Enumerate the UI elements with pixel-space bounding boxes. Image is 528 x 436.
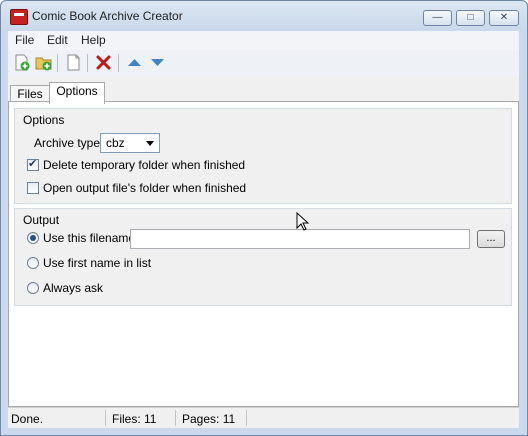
- status-separator: [105, 410, 106, 426]
- tab-files[interactable]: Files: [10, 85, 50, 102]
- first-name-radio[interactable]: [27, 257, 39, 269]
- archive-type-select[interactable]: cbz: [100, 133, 160, 153]
- title-bar[interactable]: Comic Book Archive Creator — □ ✕: [1, 1, 527, 31]
- tab-options-label: Options: [56, 84, 98, 98]
- options-group: Options Archive type: cbz Delete tempora…: [14, 108, 512, 204]
- always-ask-label[interactable]: Always ask: [43, 281, 103, 295]
- output-group: Output Use this filename: ... Use first …: [14, 208, 512, 306]
- menu-help[interactable]: Help: [81, 33, 106, 47]
- delete-icon[interactable]: [95, 54, 112, 71]
- archive-type-label: Archive type:: [34, 136, 104, 150]
- add-folder-icon[interactable]: [35, 54, 52, 71]
- toolbar-separator: [57, 54, 58, 72]
- chevron-down-icon: [146, 141, 154, 146]
- status-pages: Pages: 11: [182, 412, 236, 426]
- output-group-title: Output: [23, 213, 60, 227]
- menu-bar: File Edit Help: [8, 31, 519, 50]
- add-file-icon[interactable]: [13, 54, 30, 71]
- status-state: Done.: [11, 412, 44, 426]
- app-window: Comic Book Archive Creator — □ ✕ File Ed…: [0, 0, 528, 436]
- delete-temp-checkbox[interactable]: [27, 157, 39, 171]
- move-down-icon[interactable]: [149, 54, 166, 71]
- use-filename-radio[interactable]: [27, 232, 39, 244]
- delete-temp-label[interactable]: Delete temporary folder when finished: [43, 158, 245, 172]
- open-output-label[interactable]: Open output file's folder when finished: [43, 181, 246, 195]
- menu-file[interactable]: File: [15, 33, 34, 47]
- options-group-title: Options: [23, 113, 65, 127]
- new-document-icon[interactable]: [65, 54, 82, 71]
- open-output-checkbox[interactable]: [27, 182, 39, 194]
- toolbar-separator: [87, 54, 88, 72]
- status-separator: [175, 410, 176, 426]
- browse-button[interactable]: ...: [477, 230, 505, 248]
- window-title: Comic Book Archive Creator: [32, 9, 183, 23]
- always-ask-radio[interactable]: [27, 282, 39, 294]
- close-button[interactable]: ✕: [489, 10, 519, 26]
- tab-files-label: Files: [17, 87, 43, 101]
- app-icon: [10, 9, 28, 25]
- status-bar: Done. Files: 11 Pages: 11: [8, 407, 519, 428]
- status-separator: [246, 410, 247, 426]
- menu-edit[interactable]: Edit: [47, 33, 68, 47]
- status-files: Files: 11: [112, 412, 157, 426]
- filename-input[interactable]: [130, 229, 470, 249]
- toolbar: [8, 50, 519, 75]
- toolbar-separator: [118, 54, 119, 72]
- maximize-button[interactable]: □: [456, 10, 485, 26]
- client-area: File Edit Help Files Options Options Arc…: [8, 31, 519, 428]
- options-panel: Options Archive type: cbz Delete tempora…: [8, 101, 519, 407]
- archive-type-value: cbz: [106, 136, 125, 150]
- use-filename-label[interactable]: Use this filename:: [43, 231, 138, 245]
- minimize-button[interactable]: —: [423, 10, 452, 26]
- tab-strip: Files Options: [8, 82, 519, 104]
- mouse-pointer-icon: [296, 212, 310, 231]
- first-name-label[interactable]: Use first name in list: [43, 256, 151, 270]
- move-up-icon[interactable]: [126, 54, 143, 71]
- tab-options[interactable]: Options: [49, 82, 105, 104]
